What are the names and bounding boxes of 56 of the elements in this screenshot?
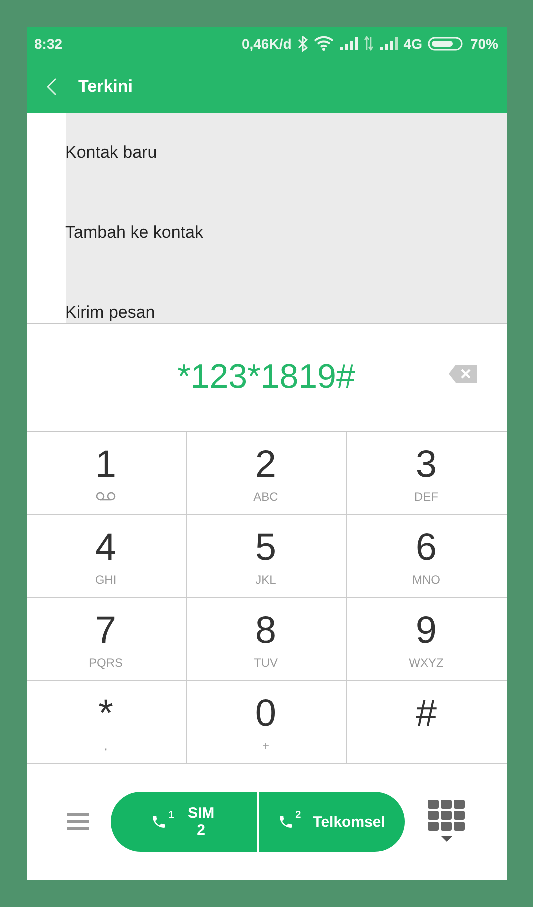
menu-item[interactable]: Kontak baru xyxy=(66,143,506,163)
signal-icon xyxy=(380,37,398,50)
key-letters: ABC xyxy=(254,490,278,504)
dialed-number: *123*1819# xyxy=(178,358,356,397)
key-digit: 4 xyxy=(95,527,117,569)
dial-key[interactable]: 8 TUV xyxy=(186,598,346,681)
dial-key[interactable]: 3 DEF xyxy=(346,432,506,515)
bluetooth-icon xyxy=(298,36,308,52)
battery-percent: 70% xyxy=(470,36,498,52)
battery-icon xyxy=(428,36,464,50)
key-letters: GHI xyxy=(95,573,117,587)
network-speed: 0,46K/d xyxy=(242,36,292,52)
phone-icon xyxy=(150,813,167,831)
key-digit: 7 xyxy=(95,610,117,652)
key-letters: , xyxy=(104,739,108,753)
key-letters: JKL xyxy=(256,573,276,587)
key-letters: DEF xyxy=(414,490,438,504)
dial-key[interactable]: 9 WXYZ xyxy=(346,598,506,681)
key-letters: WXYZ xyxy=(409,656,444,670)
backspace-icon[interactable] xyxy=(448,365,476,383)
screen-title: Terkini xyxy=(78,76,133,96)
key-digit: 9 xyxy=(416,610,438,652)
menu-item[interactable]: Kirim pesan xyxy=(66,303,506,323)
menu-item[interactable]: Tambah ke kontak xyxy=(66,223,506,243)
status-time: 8:32 xyxy=(34,36,63,52)
signal-icon xyxy=(340,37,358,50)
back-icon[interactable] xyxy=(46,78,56,96)
key-digit: # xyxy=(416,693,438,735)
dial-key[interactable]: 6 MNO xyxy=(346,515,506,598)
dial-key[interactable]: 4 GHI xyxy=(26,515,186,598)
key-letters: TUV xyxy=(254,656,278,670)
key-letters: + xyxy=(262,739,270,753)
dialpad-icon[interactable] xyxy=(426,800,466,844)
key-digit: 5 xyxy=(255,527,277,569)
network-type: 4G xyxy=(404,36,422,52)
key-digit: 6 xyxy=(416,527,438,569)
key-letters: PQRS xyxy=(88,656,123,670)
wifi-icon xyxy=(314,36,334,51)
key-letters: MNO xyxy=(412,573,440,587)
dial-key[interactable]: * , xyxy=(26,681,186,764)
key-digit: 3 xyxy=(416,444,438,486)
voicemail-icon xyxy=(96,492,116,501)
dial-key[interactable]: 1 xyxy=(26,432,186,515)
dial-key[interactable]: 2 ABC xyxy=(186,432,346,515)
key-digit: 2 xyxy=(255,444,277,486)
menu-icon[interactable] xyxy=(66,813,88,831)
key-digit: 8 xyxy=(255,610,277,652)
dial-key[interactable]: 7 PQRS xyxy=(26,598,186,681)
phone-icon xyxy=(278,813,294,831)
dial-key[interactable]: 0 + xyxy=(186,681,346,764)
dial-key[interactable]: # xyxy=(346,681,506,764)
dial-key[interactable]: 5 JKL xyxy=(186,515,346,598)
key-digit: * xyxy=(98,693,114,735)
data-transfer-icon xyxy=(364,36,374,51)
key-digit: 0 xyxy=(255,693,277,735)
key-digit: 1 xyxy=(95,444,117,486)
